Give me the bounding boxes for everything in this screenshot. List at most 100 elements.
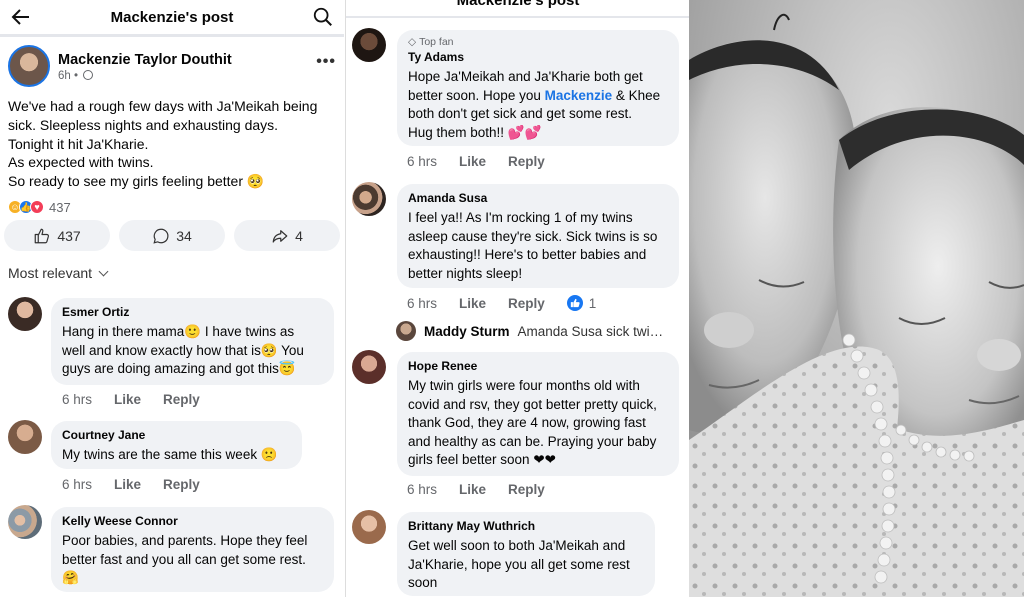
comment-sort-dropdown[interactable]: Most relevant <box>8 265 109 281</box>
diamond-icon: ◇ <box>408 36 417 48</box>
like-count-label: 437 <box>57 227 81 244</box>
more-options-icon[interactable]: ••• <box>316 53 336 71</box>
comment: Esmer Ortiz Hang in there mama🙂 I have t… <box>8 297 338 412</box>
comment-button[interactable]: 34 <box>119 220 225 251</box>
comment-like-button[interactable]: Like <box>114 477 141 492</box>
author-avatar[interactable] <box>8 45 50 87</box>
post-line: We've had a rough few days with Ja'Meika… <box>8 98 318 114</box>
comment-bubble: ◇ Top fan Ty Adams Hope Ja'Meikah and Ja'… <box>397 30 679 146</box>
commenter-name[interactable]: Esmer Ortiz <box>62 305 323 319</box>
comment-line: Hope Ja'Meikah and Ja'Kharie both get <box>408 69 643 84</box>
comment-time[interactable]: 6 hrs <box>407 296 437 311</box>
comment-line: My twins are the same this week 🙁 <box>62 447 278 462</box>
comment: Hope Renee My twin girls were four month… <box>352 350 686 502</box>
comment: Courtney Jane My twins are the same this… <box>8 420 338 500</box>
comment-line: guys are doing amazing and got this😇 <box>62 361 296 376</box>
comment-line: both don't get sick and get some rest. <box>408 106 632 121</box>
comment-like-button[interactable]: Like <box>459 482 486 497</box>
avatar[interactable] <box>8 505 42 539</box>
avatar[interactable] <box>352 28 386 62</box>
comment-line: better soon. Hope you Mackenzie & Khee <box>408 87 668 106</box>
commenter-name[interactable]: Kelly Weese Connor <box>62 514 323 528</box>
search-icon[interactable] <box>312 6 334 28</box>
commenter-name[interactable]: Courtney Jane <box>62 428 291 442</box>
comment-actions: 6 hrs Like Reply <box>62 477 200 492</box>
post-line: So ready to see my girls feeling better … <box>8 173 265 190</box>
commenter-name[interactable]: Ty Adams <box>408 50 668 64</box>
comment-reaction-count[interactable]: 1 <box>566 295 597 311</box>
reaction-count: 437 <box>49 199 71 215</box>
commenter-name[interactable]: Brittany May Wuthrich <box>408 519 644 533</box>
comment-line: Poor babies, and parents. Hope they feel <box>62 533 308 548</box>
comment-reply-button[interactable]: Reply <box>508 482 545 497</box>
chevron-down-icon <box>98 266 109 277</box>
comment-bubble: Brittany May Wuthrich Get well soon to b… <box>397 512 655 596</box>
comment-time[interactable]: 6 hrs <box>407 154 437 169</box>
comment-line: asleep cause they're sick. Sick twins is… <box>408 228 658 244</box>
post-line: sick. Sleepless nights and exhausting da… <box>8 116 279 133</box>
comment-actions: 6 hrs Like Reply <box>407 154 545 169</box>
meta-separator: • <box>74 70 79 82</box>
badge-label: Top fan <box>419 36 454 48</box>
reply-preview[interactable]: Maddy Sturm Amanda Susa sick twi… <box>396 321 663 341</box>
comment-reply-button[interactable]: Reply <box>163 477 200 492</box>
reply-snippet: Amanda Susa sick twi… <box>517 323 664 339</box>
avatar[interactable] <box>352 510 386 544</box>
comment-text: better soon. Hope you <box>408 87 545 103</box>
page-title: Mackenzie's post <box>456 0 580 9</box>
avatar[interactable] <box>8 297 42 331</box>
comment-like-button[interactable]: Like <box>459 154 486 169</box>
post-author-row: Mackenzie Taylor Douthit 6h • ••• <box>8 45 338 91</box>
avatar[interactable] <box>352 350 386 384</box>
comment-reply-button[interactable]: Reply <box>508 296 545 311</box>
avatar[interactable] <box>352 182 386 216</box>
sort-label: Most relevant <box>8 265 93 281</box>
author-name[interactable]: Mackenzie Taylor Douthit <box>58 52 232 68</box>
comment-bubble: Courtney Jane My twins are the same this… <box>51 421 302 469</box>
comment-like-button[interactable]: Like <box>114 392 141 407</box>
globe-icon <box>83 70 94 80</box>
comment-time[interactable]: 6 hrs <box>62 477 92 492</box>
avatar[interactable] <box>396 321 416 341</box>
comment-reply-button[interactable]: Reply <box>163 392 200 407</box>
avatar[interactable] <box>8 420 42 454</box>
comment-text: & Khee <box>612 87 661 103</box>
newborn-twins-image <box>689 0 1024 597</box>
comment-bubble: Kelly Weese Connor Poor babies, and pare… <box>51 507 334 592</box>
like-reaction-icon <box>566 295 583 311</box>
comment-time[interactable]: 6 hrs <box>62 392 92 407</box>
reaction-count: 1 <box>588 295 597 311</box>
comment-line: soon <box>408 575 438 590</box>
comment: Kelly Weese Connor Poor babies, and pare… <box>8 505 338 597</box>
comment-line: better nights sleep! <box>408 265 523 281</box>
comment-count-label: 34 <box>176 227 192 244</box>
twins-photo <box>689 0 1024 597</box>
reactions-summary[interactable]: ☺ 👍 ♥ 437 <box>8 199 71 215</box>
mention-link[interactable]: Mackenzie <box>545 88 613 103</box>
left-panel: Mackenzie's post Mackenzie Taylor Douthi… <box>0 0 344 597</box>
comment-bubble: Amanda Susa I feel ya!! As I'm rocking 1… <box>397 184 679 288</box>
love-reaction-icon: ♥ <box>30 200 44 214</box>
thumbs-up-icon <box>34 228 50 243</box>
post-time[interactable]: 6h <box>58 70 71 82</box>
reply-author[interactable]: Maddy Sturm <box>424 324 510 339</box>
commenter-name[interactable]: Hope Renee <box>408 359 668 373</box>
share-button[interactable]: 4 <box>234 220 340 251</box>
post-line: Tonight it hit Ja'Kharie. <box>8 135 149 152</box>
like-button[interactable]: 437 <box>4 220 110 251</box>
comment-time[interactable]: 6 hrs <box>407 482 437 497</box>
comment-like-button[interactable]: Like <box>459 296 486 311</box>
comment-line: exhausting!! Here's to better babies and <box>408 247 647 262</box>
comment-bubble: Hope Renee My twin girls were four month… <box>397 352 679 476</box>
comment-line: Hug them both!! 💕💕 <box>408 124 542 140</box>
commenter-name[interactable]: Amanda Susa <box>408 191 668 205</box>
page-title: Mackenzie's post <box>110 9 234 26</box>
top-fan-badge: ◇ Top fan <box>408 36 668 48</box>
share-icon <box>272 229 288 243</box>
share-count-label: 4 <box>295 227 303 244</box>
post-top-bar: Mackenzie's post <box>346 0 689 18</box>
comment-reply-button[interactable]: Reply <box>508 154 545 169</box>
comment: Amanda Susa I feel ya!! As I'm rocking 1… <box>352 182 686 314</box>
comment: ◇ Top fan Ty Adams Hope Ja'Meikah and Ja'… <box>352 28 686 176</box>
middle-panel: Mackenzie's post ◇ Top fan Ty Adams Hope … <box>345 0 689 597</box>
